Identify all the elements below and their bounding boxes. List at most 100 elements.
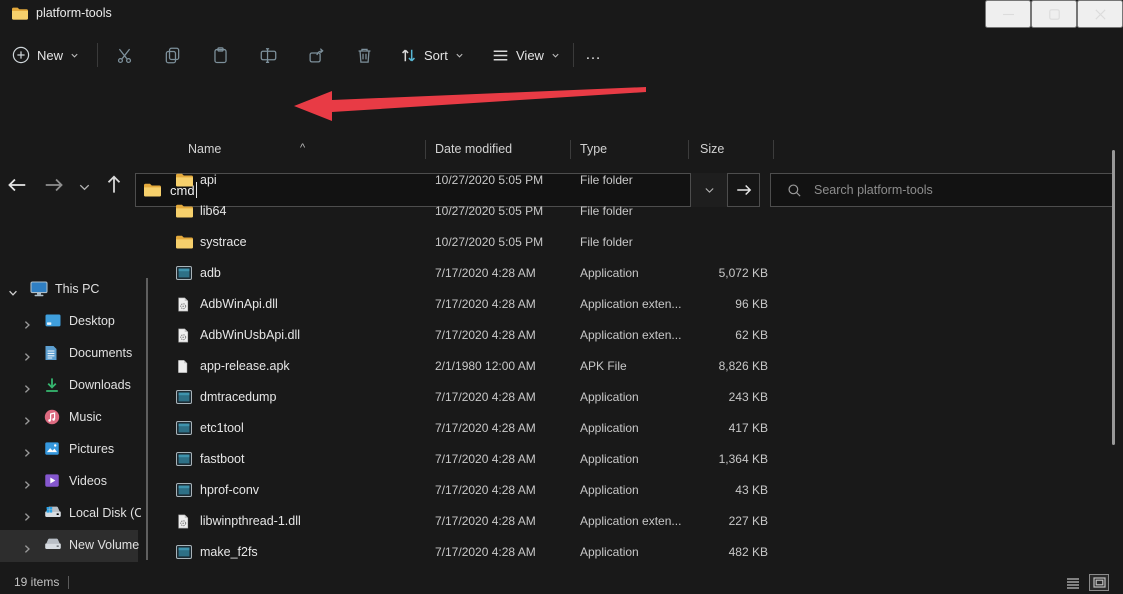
file-row-make-f2fs[interactable]: make_f2fs7/17/2020 4:28 AMApplication482…	[160, 538, 1115, 569]
file-row-fastboot[interactable]: fastboot7/17/2020 4:28 AMApplication1,36…	[160, 445, 1115, 476]
large-icons-view-button[interactable]	[1089, 574, 1109, 591]
file-date-modified: 10/27/2020 5:05 PM	[435, 173, 543, 187]
app-icon	[176, 483, 193, 499]
sidebar-item-this-pc[interactable]: This PC	[0, 274, 148, 306]
close-button[interactable]	[1077, 0, 1123, 28]
app-icon	[176, 452, 193, 468]
column-header-type[interactable]: Type	[580, 142, 607, 156]
delete-button[interactable]	[344, 35, 384, 75]
file-name: libwinpthread-1.dll	[200, 514, 301, 528]
column-header-date-modified[interactable]: Date modified	[435, 142, 512, 156]
file-size: 227 KB	[640, 514, 768, 528]
file-name: hprof-conv	[200, 483, 259, 497]
share-icon	[308, 47, 325, 64]
column-header-size[interactable]: Size	[700, 142, 724, 156]
file-row-hprof-conv[interactable]: hprof-conv7/17/2020 4:28 AMApplication43…	[160, 476, 1115, 507]
downloads-icon	[44, 377, 62, 394]
file-size: 482 KB	[640, 545, 768, 559]
sidebar-item-label: Desktop	[69, 314, 141, 328]
file-type: File folder	[580, 204, 633, 218]
file-row-adb[interactable]: adb7/17/2020 4:28 AMApplication5,072 KB	[160, 259, 1115, 290]
file-row-adbwinusbapi-dll[interactable]: AdbWinUsbApi.dll7/17/2020 4:28 AMApplica…	[160, 321, 1115, 352]
sidebar-item-local-disk-c[interactable]: Local Disk (C:)	[0, 498, 148, 530]
details-view-button[interactable]	[1063, 574, 1083, 591]
copy-icon	[164, 47, 181, 64]
column-divider[interactable]	[570, 140, 571, 159]
chevron-right-icon[interactable]	[22, 445, 32, 455]
chevron-right-icon[interactable]	[22, 413, 32, 423]
column-divider[interactable]	[425, 140, 426, 159]
sort-button[interactable]: Sort	[400, 35, 464, 75]
more-options-button[interactable]: …	[585, 35, 602, 75]
paste-button[interactable]	[200, 35, 240, 75]
chevron-down-icon	[551, 51, 560, 60]
sort-ascending-indicator: ^	[300, 142, 305, 154]
view-button[interactable]: View	[492, 35, 560, 75]
file-date-modified: 10/27/2020 5:05 PM	[435, 235, 543, 249]
sidebar-item-pictures[interactable]: Pictures	[0, 434, 148, 466]
file-row-adbwinapi-dll[interactable]: AdbWinApi.dll7/17/2020 4:28 AMApplicatio…	[160, 290, 1115, 321]
file-size: 96 KB	[640, 297, 768, 311]
file-size: 243 KB	[640, 390, 768, 404]
minimize-icon	[1003, 9, 1014, 20]
chevron-right-icon[interactable]	[22, 381, 32, 391]
chevron-right-icon[interactable]	[22, 349, 32, 359]
column-divider[interactable]	[688, 140, 689, 159]
file-row-systrace[interactable]: systrace10/27/2020 5:05 PMFile folder	[160, 228, 1115, 259]
large-icons-view-icon	[1093, 577, 1106, 588]
file-name: AdbWinApi.dll	[200, 297, 278, 311]
file-name: app-release.apk	[200, 359, 290, 373]
command-bar: New Sort View	[0, 28, 1123, 82]
maximize-button[interactable]	[1031, 0, 1077, 28]
chevron-right-icon[interactable]	[22, 317, 32, 327]
view-button-label: View	[516, 48, 544, 63]
app-icon	[176, 390, 193, 406]
file-row-dmtracedump[interactable]: dmtracedump7/17/2020 4:28 AMApplication2…	[160, 383, 1115, 414]
app-icon	[176, 266, 193, 282]
new-button[interactable]: New	[12, 35, 79, 75]
sidebar-item-videos[interactable]: Videos	[0, 466, 148, 498]
file-row-app-release-apk[interactable]: app-release.apk2/1/1980 12:00 AMAPK File…	[160, 352, 1115, 383]
rename-button[interactable]	[248, 35, 288, 75]
sidebar-item-music[interactable]: Music	[0, 402, 148, 434]
main-content: This PC Desktop Documents DownloadsMusicPic…	[0, 135, 1123, 570]
dll-icon	[176, 514, 193, 530]
copy-button[interactable]	[152, 35, 192, 75]
sidebar-item-label: Documents	[69, 346, 141, 360]
apk-icon	[176, 359, 193, 375]
cut-button[interactable]	[104, 35, 144, 75]
file-type: Application	[580, 390, 639, 404]
paste-icon	[212, 47, 229, 64]
file-type: Application	[580, 452, 639, 466]
file-date-modified: 7/17/2020 4:28 AM	[435, 266, 536, 280]
view-icon	[492, 47, 509, 64]
file-explorer-window: platform-tools New	[0, 0, 1123, 594]
column-divider[interactable]	[773, 140, 774, 159]
share-button[interactable]	[296, 35, 336, 75]
sidebar-scrollbar[interactable]	[146, 278, 148, 560]
sidebar-item-downloads[interactable]: Downloads	[0, 370, 148, 402]
sidebar-item-new-volume-d[interactable]: New Volume (D	[0, 530, 138, 562]
file-name: dmtracedump	[200, 390, 276, 404]
minimize-button[interactable]	[985, 0, 1031, 28]
file-list-scrollbar[interactable]	[1112, 150, 1115, 445]
sidebar-item-documents[interactable]: Documents	[0, 338, 148, 370]
more-options-icon: …	[585, 46, 602, 64]
file-row-libwinpthread-1-dll[interactable]: libwinpthread-1.dll7/17/2020 4:28 AMAppl…	[160, 507, 1115, 538]
column-header-name[interactable]: Name	[188, 142, 221, 156]
toolbar-divider	[97, 43, 98, 67]
status-bar: 19 items	[0, 570, 1123, 594]
chevron-right-icon[interactable]	[22, 477, 32, 487]
file-row-lib64[interactable]: lib6410/27/2020 5:05 PMFile folder	[160, 197, 1115, 228]
sidebar-item-desktop[interactable]: Desktop	[0, 306, 148, 338]
chevron-right-icon[interactable]	[22, 509, 32, 519]
chevron-down-icon[interactable]	[8, 285, 18, 295]
chevron-right-icon[interactable]	[22, 541, 32, 551]
file-row-api[interactable]: api10/27/2020 5:05 PMFile folder	[160, 166, 1115, 197]
file-date-modified: 7/17/2020 4:28 AM	[435, 328, 536, 342]
app-icon	[176, 545, 193, 561]
file-name: fastboot	[200, 452, 244, 466]
file-list: api10/27/2020 5:05 PMFile folderlib6410/…	[160, 166, 1115, 569]
file-name: etc1tool	[200, 421, 244, 435]
file-row-etc1tool[interactable]: etc1tool7/17/2020 4:28 AMApplication417 …	[160, 414, 1115, 445]
